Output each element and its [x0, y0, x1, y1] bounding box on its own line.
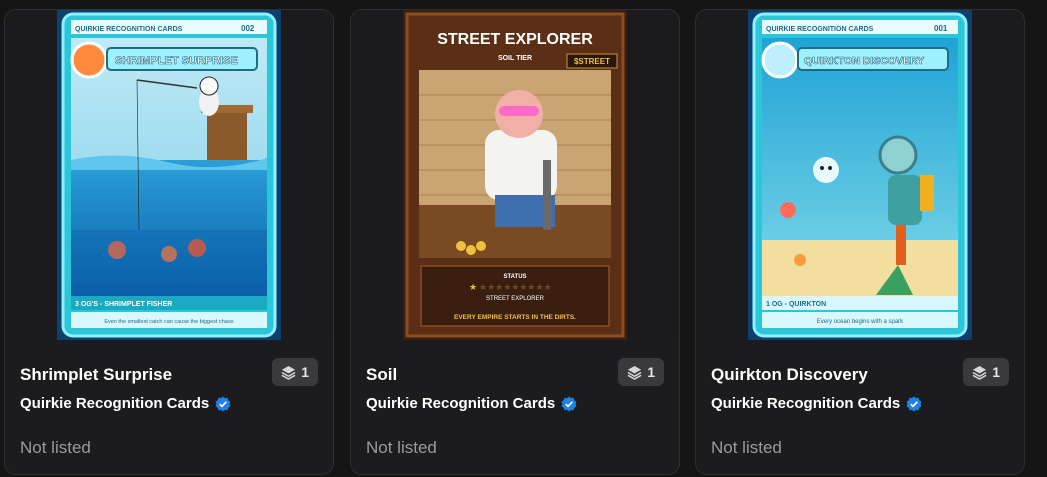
svg-text:★: ★ — [469, 283, 477, 293]
card-info: Soil 1 Quirkie Recognition Cards Not lis… — [351, 340, 679, 474]
svg-text:★★★★★★★★★: ★★★★★★★★★ — [479, 283, 552, 293]
art-number: 001 — [934, 24, 948, 33]
card-info: Quirkton Discovery 1 Quirkie Recognition… — [696, 340, 1024, 474]
nft-grid: QUIRKIE RECOGNITION CARDS 002 SHRIMPLET … — [0, 0, 1047, 477]
card-media[interactable]: QUIRKIE RECOGNITION CARDS 002 SHRIMPLET … — [5, 10, 333, 340]
card-info: Shrimplet Surprise 1 Quirkie Recognition… — [5, 340, 333, 474]
card-title[interactable]: Shrimplet Surprise — [20, 365, 172, 385]
card-media[interactable]: STREET EXPLORER SOIL TIER $STREET STATUS… — [351, 10, 679, 340]
card-title[interactable]: Soil — [366, 365, 397, 385]
verified-badge-icon — [215, 396, 231, 411]
art-name: QUIRKTON DISCOVERY — [804, 55, 924, 67]
collection-name: Quirkie Recognition Cards — [20, 395, 210, 412]
art-ticker: $STREET — [574, 57, 610, 66]
card-title[interactable]: Quirkton Discovery — [711, 365, 868, 385]
art-footer: EVERY EMPIRE STARTS IN THE DIRTS. — [454, 314, 576, 321]
verified-badge-icon — [906, 396, 922, 411]
art-header: QUIRKIE RECOGNITION CARDS — [766, 26, 874, 33]
collection-link[interactable]: Quirkie Recognition Cards — [20, 395, 231, 412]
art-number: 002 — [241, 24, 255, 33]
art-rank: STREET EXPLORER — [486, 296, 545, 302]
collection-name: Quirkie Recognition Cards — [711, 395, 901, 412]
art-tier: SOIL TIER — [498, 55, 532, 62]
card-artwork: STREET EXPLORER SOIL TIER $STREET STATUS… — [403, 10, 627, 340]
art-footer: Even the smallest catch can cause the bi… — [104, 319, 234, 325]
art-footer: Every ocean begins with a spark — [817, 319, 904, 325]
quantity-badge: 1 — [963, 358, 1009, 386]
card-media[interactable]: QUIRKIE RECOGNITION CARDS 001 QUIRKTON D… — [696, 10, 1024, 340]
quantity-count: 1 — [992, 364, 1000, 380]
art-caption: 3 OG'S - SHRIMPLET FISHER — [75, 301, 172, 308]
collection-link[interactable]: Quirkie Recognition Cards — [711, 395, 922, 412]
quantity-badge: 1 — [272, 358, 318, 386]
quantity-badge: 1 — [618, 358, 664, 386]
art-header: QUIRKIE RECOGNITION CARDS — [75, 26, 183, 33]
collection-link[interactable]: Quirkie Recognition Cards — [366, 395, 577, 412]
quantity-count: 1 — [647, 364, 655, 380]
verified-badge-icon — [561, 396, 577, 411]
quantity-count: 1 — [301, 364, 309, 380]
nft-card[interactable]: STREET EXPLORER SOIL TIER $STREET STATUS… — [350, 9, 680, 475]
layers-icon — [972, 365, 987, 380]
card-artwork: QUIRKIE RECOGNITION CARDS 001 QUIRKTON D… — [748, 10, 972, 340]
listing-status: Not listed — [20, 438, 91, 457]
listing-status: Not listed — [366, 438, 437, 457]
nft-card[interactable]: QUIRKIE RECOGNITION CARDS 001 QUIRKTON D… — [695, 9, 1025, 475]
card-artwork: QUIRKIE RECOGNITION CARDS 002 SHRIMPLET … — [57, 10, 281, 340]
art-status-label: STATUS — [503, 274, 526, 280]
listing-status: Not listed — [711, 438, 782, 457]
art-name: STREET EXPLORER — [437, 31, 593, 48]
nft-card[interactable]: QUIRKIE RECOGNITION CARDS 002 SHRIMPLET … — [4, 9, 334, 475]
art-caption: 1 OG - QUIRKTON — [766, 301, 826, 308]
art-name: SHRIMPLET SURPRISE — [115, 55, 238, 67]
layers-icon — [627, 365, 642, 380]
layers-icon — [281, 365, 296, 380]
collection-name: Quirkie Recognition Cards — [366, 395, 556, 412]
